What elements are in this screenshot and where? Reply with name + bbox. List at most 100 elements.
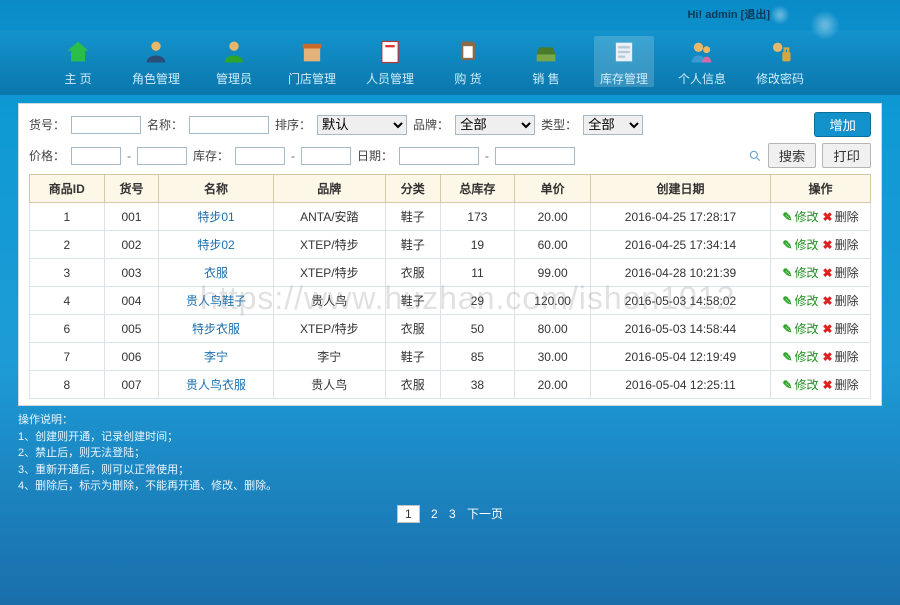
sort-select[interactable]: 默认 [317, 115, 407, 135]
stock-min-input[interactable] [235, 147, 285, 165]
cell-sku: 001 [104, 203, 159, 231]
edit-link[interactable]: 修改 [782, 378, 818, 392]
nav-buy[interactable]: 购 货 [438, 36, 498, 87]
search-button[interactable]: 搜索 [768, 143, 817, 168]
delete-link[interactable]: 删除 [823, 350, 859, 364]
delete-link[interactable]: 删除 [823, 266, 859, 280]
cell-cat: 鞋子 [385, 343, 440, 371]
sort-label: 排序： [275, 116, 311, 133]
print-button[interactable]: 打印 [822, 143, 871, 168]
cell-price: 80.00 [515, 315, 591, 343]
cell-name: 贵人鸟鞋子 [159, 287, 273, 315]
delete-link[interactable]: 删除 [823, 378, 859, 392]
cell-brand: 贵人鸟 [273, 371, 385, 399]
type-select[interactable]: 全部 [583, 115, 643, 135]
cell-op: 修改删除 [771, 259, 871, 287]
cell-price: 30.00 [515, 343, 591, 371]
table-row: 3003衣服XTEP/特步衣服1199.002016-04-28 10:21:3… [30, 259, 871, 287]
price-label: 价格： [29, 147, 65, 164]
nav-label: 门店管理 [288, 70, 336, 87]
th-sku: 货号 [104, 175, 159, 203]
page-3[interactable]: 3 [449, 507, 456, 521]
role-icon [140, 36, 172, 68]
edit-link[interactable]: 修改 [782, 238, 818, 252]
table-row: 1001特步01ANTA/安踏鞋子17320.002016-04-25 17:2… [30, 203, 871, 231]
cell-id: 3 [30, 259, 105, 287]
date-from-input[interactable] [399, 147, 479, 165]
cell-stock: 19 [440, 231, 515, 259]
page-1[interactable]: 1 [397, 505, 420, 523]
cell-brand: XTEP/特步 [273, 315, 385, 343]
filter-row-2: 价格： - 库存： - 日期： - 搜索 打印 [29, 143, 871, 168]
th-cat: 分类 [385, 175, 440, 203]
range-sep: - [485, 149, 489, 163]
name-input[interactable] [189, 116, 269, 134]
cell-name: 特步01 [159, 203, 273, 231]
sku-input[interactable] [71, 116, 141, 134]
nav-label: 购 货 [454, 70, 481, 87]
nav-home[interactable]: 主 页 [48, 36, 108, 87]
cell-cat: 鞋子 [385, 287, 440, 315]
nav-sell[interactable]: 销 售 [516, 36, 576, 87]
product-link[interactable]: 李宁 [204, 350, 228, 364]
delete-link[interactable]: 删除 [823, 210, 859, 224]
cell-stock: 50 [440, 315, 515, 343]
price-max-input[interactable] [137, 147, 187, 165]
cell-name: 贵人鸟衣服 [159, 371, 273, 399]
edit-link[interactable]: 修改 [782, 294, 818, 308]
note-line: 1、创建则开通，记录创建时间； [18, 429, 882, 446]
search-icon [748, 149, 762, 163]
delete-link[interactable]: 删除 [823, 238, 859, 252]
nav-admin[interactable]: 管理员 [204, 36, 264, 87]
delete-link[interactable]: 删除 [823, 294, 859, 308]
product-link[interactable]: 衣服 [204, 266, 228, 280]
cell-date: 2016-05-04 12:19:49 [591, 343, 771, 371]
store-icon [296, 36, 328, 68]
edit-link[interactable]: 修改 [782, 210, 818, 224]
cell-sku: 004 [104, 287, 159, 315]
stock-icon [608, 36, 640, 68]
product-link[interactable]: 特步衣服 [192, 322, 240, 336]
add-button[interactable]: 增加 [814, 112, 871, 137]
page-next[interactable]: 下一页 [467, 505, 503, 522]
product-link[interactable]: 贵人鸟衣服 [186, 378, 246, 392]
product-link[interactable]: 特步01 [197, 210, 234, 224]
nav-role[interactable]: 角色管理 [126, 36, 186, 87]
cell-sku: 005 [104, 315, 159, 343]
nav-stock[interactable]: 库存管理 [594, 36, 654, 87]
date-to-input[interactable] [495, 147, 575, 165]
price-min-input[interactable] [71, 147, 121, 165]
sku-label: 货号： [29, 116, 65, 133]
edit-link[interactable]: 修改 [782, 266, 818, 280]
stock-max-input[interactable] [301, 147, 351, 165]
note-line: 2、禁止后，则无法登陆； [18, 445, 882, 462]
nav-label: 个人信息 [678, 70, 726, 87]
cell-brand: 贵人鸟 [273, 287, 385, 315]
product-link[interactable]: 贵人鸟鞋子 [186, 294, 246, 308]
pager: 1 2 3 下一页 [0, 505, 900, 523]
cell-op: 修改删除 [771, 231, 871, 259]
cell-id: 4 [30, 287, 105, 315]
buy-icon [452, 36, 484, 68]
brand-select[interactable]: 全部 [455, 115, 535, 135]
cell-name: 特步衣服 [159, 315, 273, 343]
delete-link[interactable]: 删除 [823, 322, 859, 336]
stock-label: 库存： [193, 147, 229, 164]
product-link[interactable]: 特步02 [197, 238, 234, 252]
cell-date: 2016-05-04 12:25:11 [591, 371, 771, 399]
cell-stock: 85 [440, 343, 515, 371]
cell-cat: 衣服 [385, 315, 440, 343]
th-op: 操作 [771, 175, 871, 203]
edit-link[interactable]: 修改 [782, 322, 818, 336]
name-label: 名称： [147, 116, 183, 133]
nav-label: 主 页 [64, 70, 91, 87]
table-row: 2002特步02XTEP/特步鞋子1960.002016-04-25 17:34… [30, 231, 871, 259]
note-line: 4、删除后，标示为删除，不能再开通、修改、删除。 [18, 478, 882, 495]
edit-link[interactable]: 修改 [782, 350, 818, 364]
page-2[interactable]: 2 [431, 507, 438, 521]
nav-store[interactable]: 门店管理 [282, 36, 342, 87]
nav-staff[interactable]: 人员管理 [360, 36, 420, 87]
th-stock: 总库存 [440, 175, 515, 203]
cell-price: 120.00 [515, 287, 591, 315]
cell-cat: 衣服 [385, 371, 440, 399]
